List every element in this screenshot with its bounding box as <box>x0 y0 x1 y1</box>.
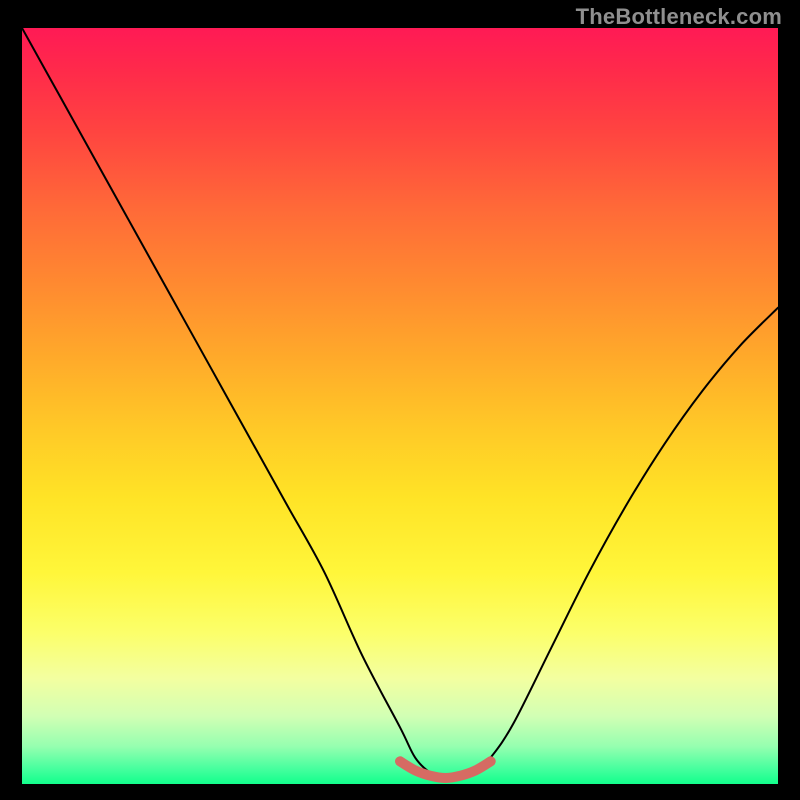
bottleneck-curve <box>22 28 778 779</box>
chart-frame: TheBottleneck.com <box>0 0 800 800</box>
flat-bump <box>400 761 491 778</box>
plot-area <box>22 28 778 784</box>
watermark-text: TheBottleneck.com <box>576 4 782 30</box>
curve-layer <box>22 28 778 784</box>
